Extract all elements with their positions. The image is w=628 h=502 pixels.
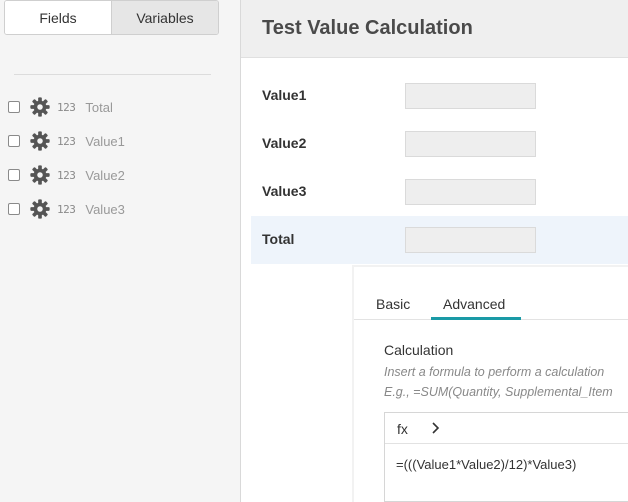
variable-row-value1[interactable]: 123 Value1	[8, 124, 233, 158]
fx-icon: fx	[397, 421, 408, 437]
form-field-value1[interactable]: Value1	[251, 72, 628, 120]
variable-list: 123 Total 123 Value1 123 Value2 123 Valu…	[8, 90, 233, 226]
variable-checkbox[interactable]	[8, 101, 20, 113]
formula-toolbar: fx	[385, 413, 628, 444]
form-field-value3[interactable]: Value3	[251, 168, 628, 216]
tab-basic[interactable]: Basic	[376, 296, 410, 312]
field-input[interactable]	[405, 227, 536, 253]
form-field-total[interactable]: Total	[251, 216, 628, 264]
variable-checkbox[interactable]	[8, 169, 20, 181]
field-label: Value1	[262, 87, 307, 103]
gear-icon[interactable]	[29, 130, 51, 152]
gear-icon[interactable]	[29, 96, 51, 118]
form-header: Test Value Calculation	[241, 0, 628, 58]
variable-row-value3[interactable]: 123 Value3	[8, 192, 233, 226]
formula-editor[interactable]: fx =(((Value1*Value2)/12)*Value3)	[384, 412, 628, 502]
number-type-icon: 123	[57, 100, 76, 114]
field-label: Value3	[262, 183, 307, 199]
variable-row-total[interactable]: 123 Total	[8, 90, 233, 124]
variable-name: Value1	[85, 133, 125, 149]
panel-divider	[14, 74, 211, 75]
field-label: Value2	[262, 135, 307, 151]
field-input[interactable]	[405, 83, 536, 109]
fields-tab-button[interactable]: Fields	[5, 1, 112, 34]
variable-name: Total	[85, 99, 113, 115]
fields-variables-toggle: Fields Variables	[4, 0, 219, 35]
chevron-right-icon[interactable]	[429, 419, 443, 437]
tab-advanced[interactable]: Advanced	[443, 296, 505, 312]
field-label: Total	[262, 231, 295, 247]
number-type-icon: 123	[57, 202, 76, 216]
calculation-example-text: E.g., =SUM(Quantity, Supplemental_Item	[384, 385, 613, 399]
field-input[interactable]	[405, 179, 536, 205]
variable-row-value2[interactable]: 123 Value2	[8, 158, 233, 192]
gear-icon[interactable]	[29, 198, 51, 220]
active-tab-indicator	[431, 317, 521, 320]
properties-tabs: Basic Advanced	[354, 267, 628, 320]
form-field-value2[interactable]: Value2	[251, 120, 628, 168]
panel-separator	[240, 0, 241, 502]
number-type-icon: 123	[57, 134, 76, 148]
variable-name: Value3	[85, 201, 125, 217]
variable-checkbox[interactable]	[8, 203, 20, 215]
variable-name: Value2	[85, 167, 125, 183]
field-properties-panel: Basic Advanced Calculation Insert a form…	[354, 267, 628, 502]
calculation-heading: Calculation	[384, 342, 454, 358]
calculation-help-text: Insert a formula to perform a calculatio…	[384, 365, 605, 379]
number-type-icon: 123	[57, 168, 76, 182]
form-title[interactable]: Test Value Calculation	[262, 17, 473, 40]
variable-checkbox[interactable]	[8, 135, 20, 147]
variables-panel: Fields Variables 123 Total 123 Value1 12…	[0, 0, 240, 502]
formula-input[interactable]: =(((Value1*Value2)/12)*Value3)	[396, 457, 576, 472]
variables-tab-button[interactable]: Variables	[112, 1, 218, 34]
gear-icon[interactable]	[29, 164, 51, 186]
field-input[interactable]	[405, 131, 536, 157]
